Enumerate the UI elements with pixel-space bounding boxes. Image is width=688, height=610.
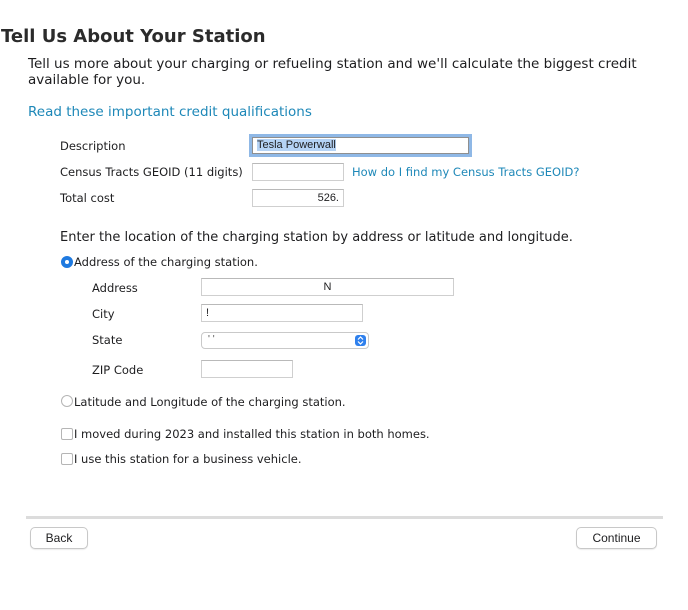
intro-text: Tell us more about your charging or refu…: [28, 56, 637, 88]
latlong-radio-label[interactable]: Latitude and Longitude of the charging s…: [74, 395, 346, 409]
state-select-value: ' ': [208, 334, 215, 345]
city-label: City: [92, 307, 115, 321]
census-geoid-help-link[interactable]: How do I find my Census Tracts GEOID?: [352, 165, 579, 179]
location-heading: Enter the location of the charging stati…: [60, 230, 573, 245]
state-select[interactable]: ' ': [201, 332, 369, 349]
state-label: State: [92, 333, 123, 347]
address-radio-label[interactable]: Address of the charging station.: [74, 255, 258, 269]
description-label: Description: [60, 139, 126, 153]
page-title: Tell Us About Your Station: [1, 26, 266, 47]
zip-input[interactable]: [201, 360, 293, 378]
city-input[interactable]: !: [201, 304, 363, 322]
chevron-updown-icon: [355, 335, 366, 346]
description-input[interactable]: Tesla Powerwall: [252, 137, 469, 154]
census-geoid-label: Census Tracts GEOID (11 digits): [60, 165, 243, 179]
total-cost-label: Total cost: [60, 191, 115, 205]
footer-divider: [26, 516, 663, 519]
address-input[interactable]: N: [201, 278, 454, 296]
business-vehicle-checkbox[interactable]: [61, 453, 73, 465]
moved-checkbox[interactable]: [61, 428, 73, 440]
zip-label: ZIP Code: [92, 363, 144, 377]
continue-button[interactable]: Continue: [576, 527, 657, 549]
total-cost-input[interactable]: 526.: [252, 189, 344, 207]
business-vehicle-checkbox-label[interactable]: I use this station for a business vehicl…: [74, 452, 302, 466]
moved-checkbox-label[interactable]: I moved during 2023 and installed this s…: [74, 427, 430, 441]
address-label: Address: [92, 281, 138, 295]
back-button[interactable]: Back: [30, 527, 88, 549]
latlong-radio[interactable]: [61, 395, 73, 407]
credit-qualifications-link[interactable]: Read these important credit qualificatio…: [28, 104, 312, 120]
address-radio[interactable]: [61, 256, 73, 268]
description-value: Tesla Powerwall: [257, 139, 336, 151]
census-geoid-input[interactable]: [252, 163, 344, 181]
